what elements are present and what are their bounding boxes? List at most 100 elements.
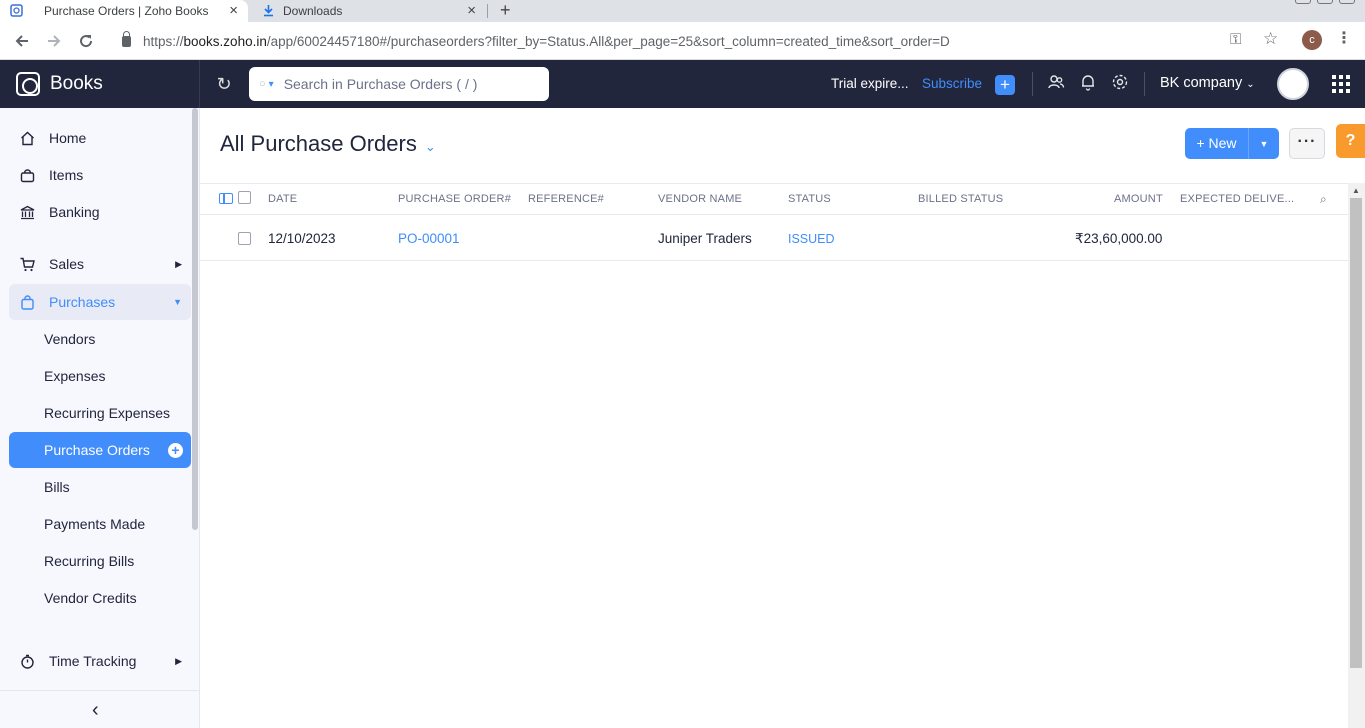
select-all-checkbox[interactable]: [238, 191, 251, 204]
row-checkbox[interactable]: [238, 232, 251, 245]
add-purchase-order-icon[interactable]: +: [168, 442, 183, 458]
sidebar-scrollbar[interactable]: [192, 108, 198, 530]
app-name: Books: [50, 73, 103, 94]
sidebar-item-label: Expenses: [44, 368, 106, 384]
column-header-vendor[interactable]: VENDOR NAME: [658, 193, 742, 205]
profile-avatar[interactable]: c: [1302, 30, 1322, 50]
bell-icon[interactable]: [1078, 73, 1098, 95]
sidebar-item-label: Purchase Orders: [44, 442, 150, 458]
new-button[interactable]: + New: [1185, 128, 1249, 159]
sidebar-footer: ‹: [0, 690, 199, 728]
org-switcher[interactable]: BK company ⌄: [1160, 75, 1255, 91]
window-control-icon[interactable]: [1295, 0, 1311, 4]
window-control-icon[interactable]: [1339, 0, 1355, 4]
more-options-button[interactable]: ···: [1289, 128, 1325, 159]
sidebar-item-vendor-credits[interactable]: Vendor Credits: [9, 580, 191, 616]
app-grid-icon[interactable]: [1332, 75, 1350, 93]
browser-tab-title: Downloads: [283, 4, 343, 18]
address-bar[interactable]: https://books.zoho.in/app/60024457180#/p…: [109, 27, 1294, 55]
sidebar-item-items[interactable]: Items: [9, 157, 191, 193]
header-divider: [1032, 72, 1033, 96]
sidebar-item-purchases[interactable]: Purchases ▼: [9, 284, 191, 320]
search-bar[interactable]: ○ ▾: [249, 67, 549, 101]
sidebar-item-time-tracking[interactable]: Time Tracking ▶: [9, 643, 191, 679]
sidebar-item-label: Purchases: [49, 294, 116, 310]
home-icon: [19, 130, 35, 146]
app-header: Books ↻ ○ ▾ Trial expire... Subscribe + …: [0, 60, 1365, 108]
sidebar-item-label: Sales: [49, 256, 85, 272]
reload-icon[interactable]: [76, 31, 96, 51]
users-icon[interactable]: [1046, 73, 1066, 95]
books-logo-icon: [16, 72, 40, 96]
user-avatar[interactable]: [1277, 68, 1309, 100]
chevron-down-icon: ⌄: [424, 138, 436, 154]
help-button[interactable]: ?: [1336, 124, 1365, 158]
tab-divider: [487, 4, 488, 18]
column-header-status[interactable]: STATUS: [788, 193, 831, 205]
forward-arrow-icon[interactable]: [44, 31, 64, 51]
back-arrow-icon[interactable]: [12, 31, 32, 51]
sidebar-item-label: Payments Made: [44, 516, 146, 532]
collapse-sidebar-icon[interactable]: ‹: [92, 699, 99, 722]
column-header-expected-delivery[interactable]: EXPECTED DELIVE...: [1180, 193, 1294, 205]
chevron-down-icon: ⌄: [1246, 79, 1255, 90]
cell-po-number[interactable]: PO-00001: [398, 231, 460, 246]
sidebar-item-sales[interactable]: Sales ▶: [9, 246, 191, 282]
sidebar-item-expenses[interactable]: Expenses: [9, 358, 191, 394]
trial-status: Trial expire...: [831, 76, 909, 91]
new-button-group: + New ▼: [1185, 128, 1279, 159]
search-icon[interactable]: ○: [259, 78, 266, 90]
new-button-label: New: [1208, 135, 1237, 151]
sidebar-item-banking[interactable]: Banking: [9, 194, 191, 230]
browser-tab-strip: Purchase Orders | Zoho Books × Downloads…: [0, 0, 1365, 22]
column-header-amount[interactable]: AMOUNT: [1114, 193, 1163, 205]
sidebar-item-recurring-bills[interactable]: Recurring Bills: [9, 543, 191, 579]
search-input[interactable]: [283, 76, 524, 92]
column-header-date[interactable]: DATE: [268, 193, 297, 205]
table-row[interactable]: 12/10/2023 PO-00001 Juniper Traders ISSU…: [200, 215, 1348, 261]
cell-amount: ₹23,60,000.00: [1075, 231, 1163, 246]
stopwatch-icon: [19, 653, 35, 669]
gear-icon[interactable]: [1110, 73, 1130, 95]
new-dropdown-icon[interactable]: ▼: [1249, 139, 1279, 149]
window-controls: [1295, 0, 1355, 4]
column-header-po-number[interactable]: PURCHASE ORDER#: [398, 193, 511, 205]
browser-tab-active[interactable]: Purchase Orders | Zoho Books ×: [0, 0, 248, 22]
cell-date: 12/10/2023: [268, 231, 336, 246]
shopping-bag-icon: [19, 294, 35, 310]
scroll-up-icon[interactable]: ▲: [1352, 186, 1360, 195]
sidebar-item-purchase-orders[interactable]: Purchase Orders +: [9, 432, 191, 468]
brand[interactable]: Books: [0, 60, 200, 108]
new-tab-icon[interactable]: +: [500, 0, 511, 20]
search-icon[interactable]: ⌕: [1320, 192, 1327, 207]
sidebar-item-bills[interactable]: Bills: [9, 469, 191, 505]
close-tab-icon[interactable]: ×: [229, 2, 238, 20]
chevron-down-icon[interactable]: ▾: [269, 79, 274, 90]
browser-tab-downloads[interactable]: Downloads ×: [250, 0, 486, 22]
column-header-billed-status[interactable]: BILLED STATUS: [918, 193, 1003, 205]
sidebar-item-payments-made[interactable]: Payments Made: [9, 506, 191, 542]
sidebar-item-home[interactable]: Home: [9, 120, 191, 156]
sidebar-item-label: Bills: [44, 479, 70, 495]
column-header-reference[interactable]: REFERENCE#: [528, 193, 604, 205]
browser-toolbar: https://books.zoho.in/app/60024457180#/p…: [0, 22, 1365, 60]
close-tab-icon[interactable]: ×: [467, 2, 476, 20]
scrollbar-thumb[interactable]: [1350, 198, 1362, 668]
page-title[interactable]: All Purchase Orders ⌄: [220, 131, 436, 157]
browser-menu-icon[interactable]: ⋮: [1336, 28, 1352, 48]
header-divider: [1144, 72, 1145, 96]
main-scrollbar[interactable]: ▲: [1348, 183, 1365, 728]
subscribe-link[interactable]: Subscribe: [922, 76, 982, 91]
cell-status: ISSUED: [788, 232, 835, 246]
recent-history-icon[interactable]: ↻: [214, 74, 234, 94]
quick-create-button[interactable]: +: [995, 75, 1015, 95]
cart-icon: [19, 256, 35, 272]
bookmark-star-icon[interactable]: ☆: [1263, 29, 1278, 49]
key-icon[interactable]: ⚿: [1230, 31, 1241, 48]
sidebar-item-vendors[interactable]: Vendors: [9, 321, 191, 357]
window-control-icon[interactable]: [1317, 0, 1333, 4]
url-host: books.zoho.in: [183, 33, 267, 49]
sidebar-item-recurring-expenses[interactable]: Recurring Expenses: [9, 395, 191, 431]
lock-icon: [122, 30, 131, 47]
column-config-icon[interactable]: [219, 193, 233, 204]
